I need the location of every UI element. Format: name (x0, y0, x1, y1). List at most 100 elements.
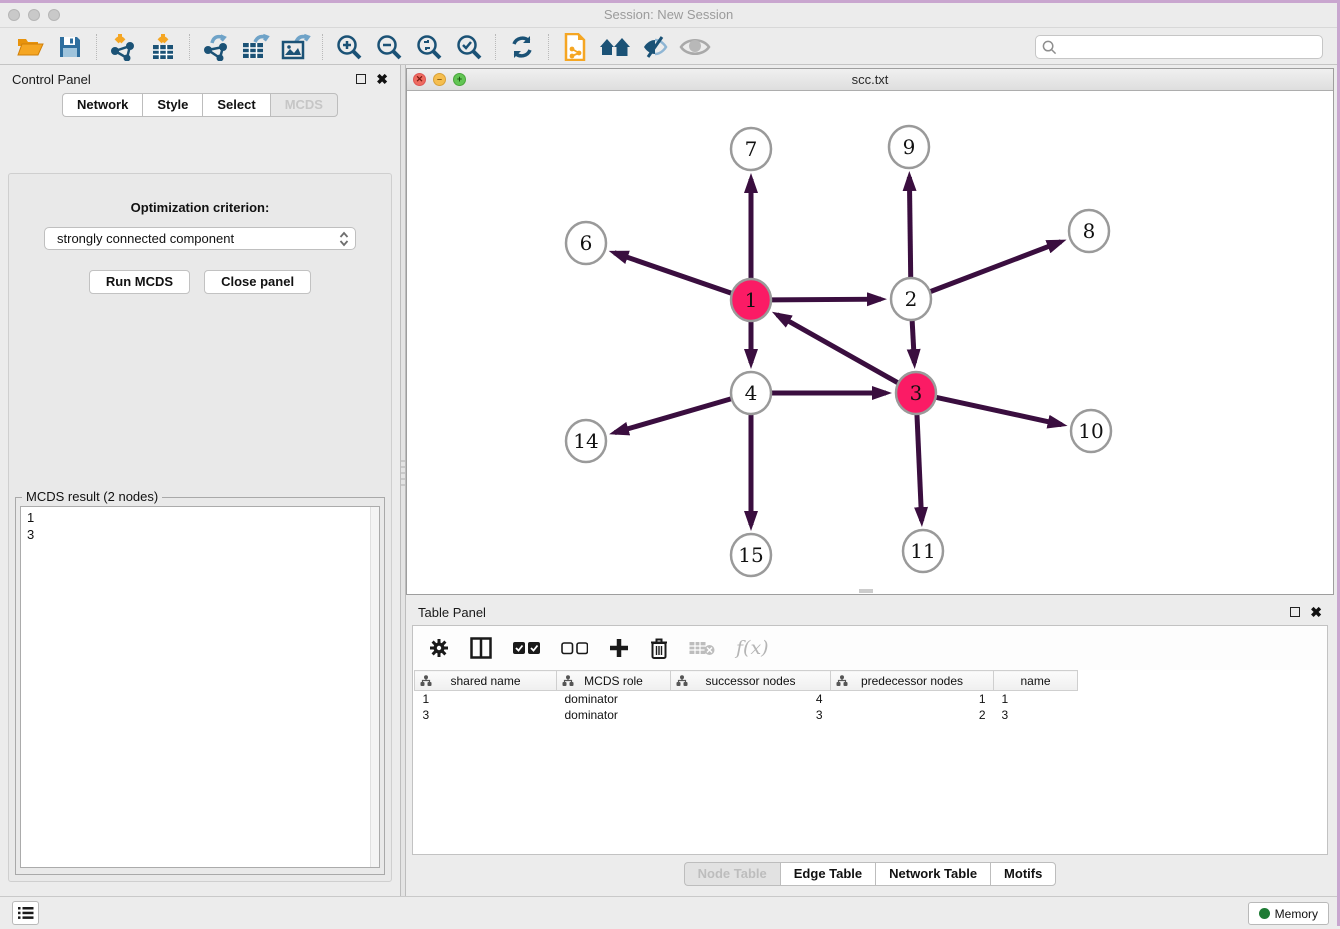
import-table-button[interactable] (143, 32, 183, 62)
column-type-icon (562, 675, 574, 687)
svg-text:4: 4 (745, 381, 758, 405)
import-network-button[interactable] (103, 32, 143, 62)
column-header-shared-name[interactable]: shared name (415, 671, 557, 691)
refresh-button[interactable] (502, 32, 542, 62)
list-icon (18, 906, 34, 920)
search-icon (1042, 40, 1057, 55)
gear-icon[interactable] (429, 638, 449, 658)
zoom-in-button[interactable] (329, 32, 369, 62)
close-panel-button[interactable]: Close panel (204, 270, 311, 294)
delete-column-icon[interactable] (650, 638, 668, 659)
graph-node-1[interactable]: 1 (731, 279, 771, 321)
graph-edge-2-3[interactable] (912, 320, 914, 363)
graph-edge-3-10[interactable] (937, 397, 1062, 424)
task-history-button[interactable] (12, 901, 39, 925)
close-panel-icon[interactable]: ✖ (376, 72, 388, 86)
open-session-button[interactable] (10, 32, 50, 62)
select-all-checkboxes-icon[interactable] (513, 642, 540, 655)
export-table-icon (241, 33, 271, 61)
column-header-name[interactable]: name (994, 671, 1078, 691)
tab-select[interactable]: Select (202, 93, 269, 117)
control-panel: Control Panel ✖ Network Style Select MCD… (0, 65, 400, 894)
tab-network-table[interactable]: Network Table (875, 862, 990, 886)
graph-node-6[interactable]: 6 (566, 222, 606, 264)
export-network-button[interactable] (196, 32, 236, 62)
toolbar-separator (322, 34, 323, 60)
main-toolbar (0, 29, 1337, 65)
close-table-panel-icon[interactable]: ✖ (1310, 605, 1322, 619)
graph-node-3[interactable]: 3 (896, 372, 936, 414)
criterion-select[interactable]: strongly connected component (44, 227, 356, 250)
float-panel-icon[interactable] (356, 74, 366, 84)
mcds-result-text[interactable]: 1 3 (20, 506, 380, 868)
splitter-grip[interactable] (401, 460, 405, 486)
status-bar: Memory (0, 896, 1337, 929)
tab-mcds[interactable]: MCDS (270, 93, 338, 117)
column-header-predecessor-nodes[interactable]: predecessor nodes (831, 671, 994, 691)
delete-table-icon[interactable] (689, 640, 715, 656)
graph-node-9[interactable]: 9 (889, 126, 929, 168)
memory-status-icon (1259, 908, 1270, 919)
zoom-fit-icon (416, 34, 442, 60)
tab-edge-table[interactable]: Edge Table (780, 862, 875, 886)
node-table: shared name MCDS role (414, 670, 1078, 723)
graph-edge-2-8[interactable] (931, 242, 1061, 292)
network-window-titlebar[interactable]: ✕ – + scc.txt (407, 69, 1333, 91)
export-table-button[interactable] (236, 32, 276, 62)
tab-network[interactable]: Network (62, 93, 142, 117)
graph-node-14[interactable]: 14 (566, 420, 606, 462)
column-type-icon (676, 675, 688, 687)
split-columns-icon[interactable] (470, 637, 492, 659)
home-icon (599, 35, 631, 59)
search-input[interactable] (1057, 40, 1316, 54)
graph-edge-4-14[interactable] (615, 399, 731, 433)
save-session-button[interactable] (50, 32, 90, 62)
mcds-tab-content: Optimization criterion: strongly connect… (8, 173, 392, 882)
home-button[interactable] (595, 32, 635, 62)
zoom-selected-button[interactable] (449, 32, 489, 62)
graph-edge-1-6[interactable] (614, 253, 731, 293)
run-mcds-button[interactable]: Run MCDS (89, 270, 190, 294)
graph-edge-3-1[interactable] (777, 315, 898, 383)
export-image-button[interactable] (276, 32, 316, 62)
graph-node-4[interactable]: 4 (731, 372, 771, 414)
column-label: name (1020, 674, 1050, 688)
result-scrollbar[interactable] (370, 507, 379, 867)
search-box[interactable] (1035, 35, 1323, 59)
table-row[interactable]: 3 dominator 3 2 3 (415, 707, 1078, 723)
tab-node-table[interactable]: Node Table (684, 862, 780, 886)
float-table-panel-icon[interactable] (1290, 607, 1300, 617)
table-panel-title: Table Panel (418, 605, 486, 620)
criterion-selected-value: strongly connected component (57, 231, 339, 246)
graph-edge-1-2[interactable] (772, 299, 881, 300)
graph-edge-2-9[interactable] (909, 177, 910, 278)
function-builder-icon[interactable]: f(x) (736, 637, 769, 659)
import-network-icon (110, 33, 136, 61)
memory-button[interactable]: Memory (1248, 902, 1329, 925)
add-column-icon[interactable] (609, 638, 629, 658)
graph-node-11[interactable]: 11 (903, 530, 943, 572)
graph-node-8[interactable]: 8 (1069, 210, 1109, 252)
graph-edge-3-11[interactable] (917, 414, 922, 521)
canvas-resize-grip[interactable] (859, 589, 873, 593)
hide-panels-button[interactable] (635, 32, 675, 62)
zoom-fit-button[interactable] (409, 32, 449, 62)
tab-style[interactable]: Style (142, 93, 202, 117)
zoom-out-button[interactable] (369, 32, 409, 62)
toolbar-separator (548, 34, 549, 60)
graph-node-15[interactable]: 15 (731, 534, 771, 576)
column-header-successor-nodes[interactable]: successor nodes (671, 671, 831, 691)
toolbar-separator (495, 34, 496, 60)
zoom-selected-icon (456, 34, 482, 60)
show-view-button[interactable] (675, 32, 715, 62)
graph-node-2[interactable]: 2 (891, 278, 931, 320)
network-window: ✕ – + scc.txt 7 9 6 8 1 2 4 3 14 10 15 11 (406, 68, 1334, 595)
network-from-file-button[interactable] (555, 32, 595, 62)
table-row[interactable]: 1 dominator 4 1 1 (415, 691, 1078, 707)
network-canvas[interactable]: 7 9 6 8 1 2 4 3 14 10 15 11 (407, 91, 1333, 594)
graph-node-10[interactable]: 10 (1071, 410, 1111, 452)
column-header-mcds-role[interactable]: MCDS role (557, 671, 671, 691)
graph-node-7[interactable]: 7 (731, 128, 771, 170)
deselect-all-checkboxes-icon[interactable] (561, 642, 588, 655)
tab-motifs[interactable]: Motifs (990, 862, 1056, 886)
